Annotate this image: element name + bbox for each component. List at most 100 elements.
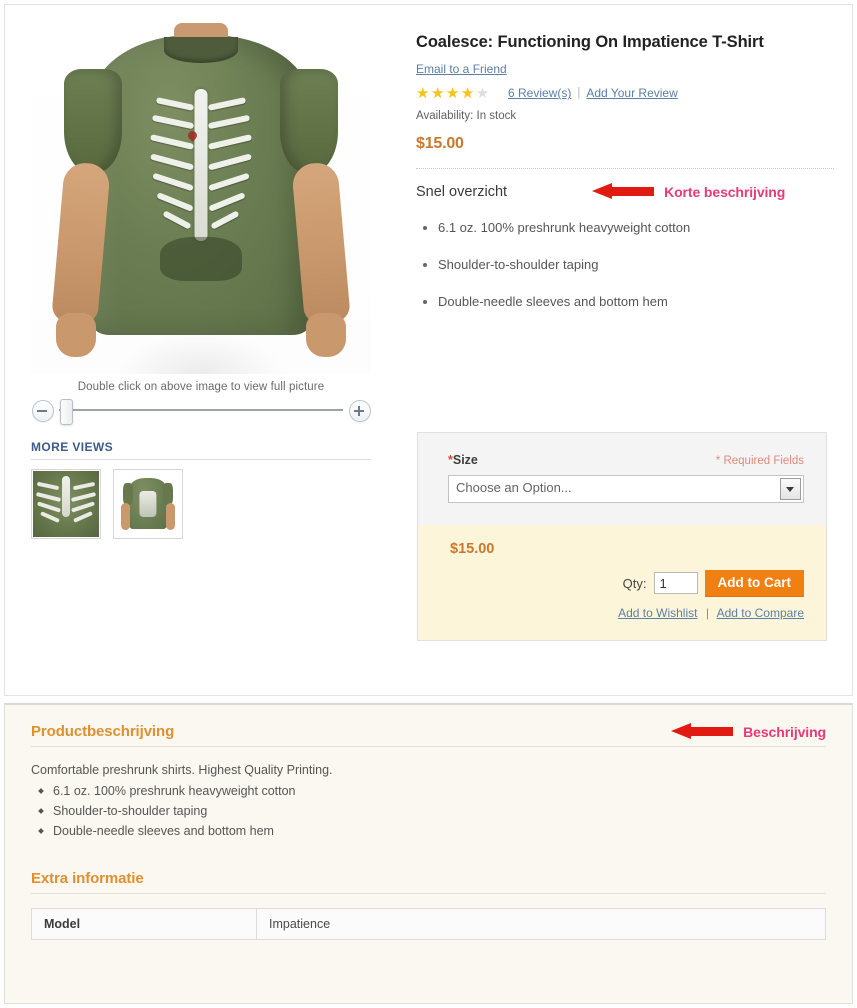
page-title: Coalesce: Functioning On Impatience T-Sh… (416, 33, 764, 51)
description-intro: Comfortable preshrunk shirts. Highest Qu… (31, 763, 333, 777)
rib (207, 97, 247, 111)
table-row: Model Impatience (31, 908, 826, 940)
add-to-cart-button[interactable]: Add to Cart (704, 570, 804, 597)
product-info-column: Coalesce: Functioning On Impatience T-Sh… (416, 33, 834, 331)
model-arm-left (120, 502, 130, 531)
availability-status: Availability: In stock (416, 109, 517, 122)
shirt-sleeve-right (280, 69, 338, 173)
product-media-column: Double click on above image to view full… (31, 19, 376, 539)
size-select-value: Choose an Option... (456, 480, 572, 495)
slider-track[interactable] (59, 409, 343, 411)
plus-circle-icon[interactable] (349, 400, 371, 422)
rating-row: ★★★★★ ★★★★★ 6 Review(s) | Add Your Revie… (416, 86, 834, 101)
list-item: Shoulder-to-shoulder taping (53, 804, 826, 818)
rib (71, 491, 97, 502)
rib (72, 510, 93, 523)
spine-graphic (194, 89, 208, 241)
product-price: $15.00 (416, 134, 464, 152)
overview-list: 6.1 oz. 100% preshrunk heavyweight cotto… (416, 220, 834, 309)
quantity-row: Qty: Add to Cart (440, 570, 804, 597)
reviews-count-link[interactable]: 6 Review(s) (508, 86, 571, 100)
cart-price: $15.00 (450, 541, 495, 557)
extra-info-header: Extra informatie (5, 870, 852, 887)
email-to-friend-link[interactable]: Email to a Friend (416, 62, 507, 76)
add-review-link[interactable]: Add Your Review (586, 86, 677, 100)
option-header: *Size * Required Fields (448, 453, 804, 467)
list-item: Double-needle sleeves and bottom hem (53, 824, 826, 838)
thumbnail-item[interactable] (113, 469, 183, 539)
table-cell-value: Impatience (269, 917, 331, 931)
model-arm-left (51, 161, 111, 325)
thumbnail-list (31, 469, 376, 539)
list-item: 6.1 oz. 100% preshrunk heavyweight cotto… (423, 220, 834, 235)
size-label-text: Size (452, 453, 478, 467)
description-header: Productbeschrijving Beschrijving (5, 705, 852, 740)
divider (31, 893, 826, 894)
rib (35, 491, 61, 502)
description-list: 6.1 oz. 100% preshrunk heavyweight cotto… (31, 784, 826, 838)
links-separator: | (577, 87, 581, 100)
rib (207, 153, 253, 171)
arrow-left-icon (671, 723, 734, 740)
pelvis-graphic (160, 237, 242, 281)
shirt-collar (164, 37, 238, 63)
more-views-heading: MORE VIEWS (31, 440, 371, 460)
rib (207, 114, 251, 130)
annotation-short-description: Korte beschrijving (592, 183, 785, 200)
model-arm-right (166, 502, 176, 531)
add-to-cart-box: *Size * Required Fields Choose an Option… (417, 432, 827, 641)
rib (152, 172, 194, 192)
cart-secondary-links: Add to Wishlist | Add to Compare (440, 606, 804, 620)
spine-graphic (62, 476, 70, 518)
main-product-image[interactable] (31, 19, 371, 374)
size-option-label: *Size (448, 453, 478, 467)
product-options-area: *Size * Required Fields Choose an Option… (418, 433, 826, 525)
description-body: Comfortable preshrunk shirts. Highest Qu… (5, 747, 852, 838)
size-select[interactable]: Choose an Option... (448, 475, 804, 503)
add-to-wishlist-link[interactable]: Add to Wishlist (618, 606, 697, 620)
links-separator: | (705, 605, 709, 620)
slider-handle[interactable] (60, 399, 73, 425)
annotation-label: Beschrijving (743, 723, 826, 740)
thumbnail-item[interactable] (31, 469, 101, 539)
model-hand-right (306, 313, 346, 357)
rib (207, 134, 253, 150)
thumbnail-image (33, 471, 99, 537)
add-to-compare-link[interactable]: Add to Compare (717, 606, 804, 620)
rib (39, 510, 60, 523)
required-fields-note: * Required Fields (715, 455, 804, 467)
rib (210, 210, 240, 230)
rib (162, 210, 192, 230)
table-cell-label: Model (31, 908, 257, 940)
product-photo (31, 19, 371, 374)
purchase-area: $15.00 Qty: Add to Cart Add to Wishlist … (418, 525, 826, 640)
chevron-down-icon[interactable] (780, 478, 801, 500)
model-hand-left (56, 313, 96, 357)
tshirt-graphic (51, 23, 351, 357)
list-item: 6.1 oz. 100% preshrunk heavyweight cotto… (53, 784, 826, 798)
quantity-label: Qty: (622, 575, 647, 591)
product-description-panel: Productbeschrijving Beschrijving Comfort… (4, 703, 853, 1004)
image-zoom-slider[interactable] (31, 398, 371, 425)
minus-circle-icon[interactable] (32, 400, 54, 422)
divider (416, 167, 834, 170)
rib (72, 481, 96, 491)
overview-header-row: Snel overzicht Korte beschrijving (416, 181, 834, 203)
overview-heading: Snel overzicht (416, 183, 508, 200)
ribcage-print (148, 87, 254, 281)
rib (36, 481, 60, 491)
additional-information-table: Model Impatience (31, 908, 826, 940)
rib (149, 153, 195, 171)
description-heading: Productbeschrijving (31, 723, 175, 740)
rib (155, 97, 195, 111)
rib (208, 172, 250, 192)
arrow-left-icon (592, 183, 655, 200)
rib (151, 114, 195, 130)
ribcage-print (139, 490, 157, 518)
shirt-sleeve-right (162, 482, 174, 506)
list-item: Shoulder-to-shoulder taping (423, 257, 834, 272)
rib (208, 192, 246, 212)
shirt-sleeve-left (64, 69, 122, 173)
quantity-input[interactable] (653, 572, 698, 595)
shirt-sleeve-left (122, 482, 134, 506)
